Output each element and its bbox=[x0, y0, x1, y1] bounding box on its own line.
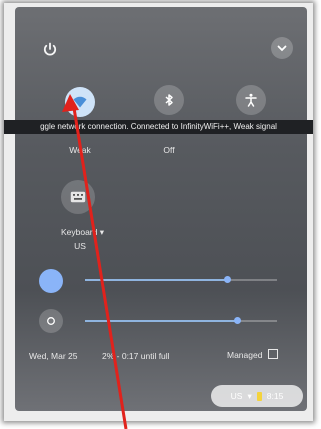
annotation-arrow bbox=[62, 94, 128, 429]
